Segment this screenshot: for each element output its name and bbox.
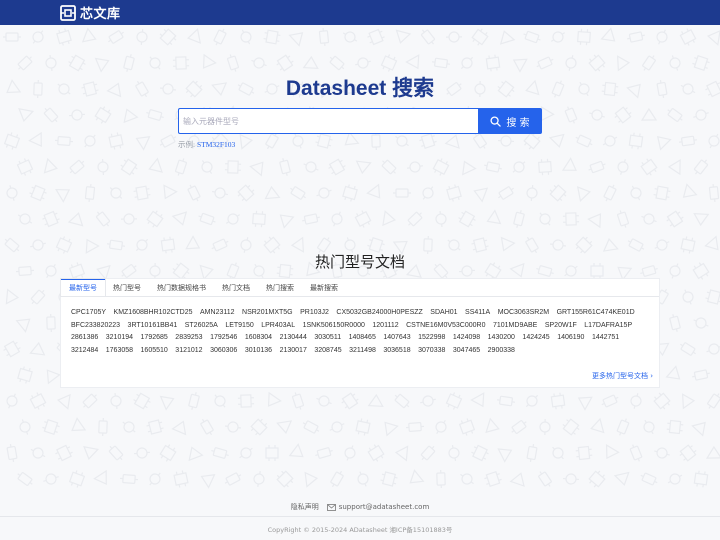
part-link[interactable]: L17DAFRA15P — [584, 320, 632, 333]
part-link[interactable]: 1792546 — [210, 332, 237, 345]
site-logo[interactable]: 芯文库 — [60, 3, 121, 22]
part-link[interactable]: 2130017 — [280, 345, 307, 358]
part-link[interactable]: 3210194 — [106, 332, 133, 345]
part-link[interactable]: 2900338 — [488, 345, 515, 358]
more-parts-link[interactable]: 更多热门型号文档 › — [592, 371, 653, 381]
part-link[interactable]: 1408465 — [349, 332, 376, 345]
part-link[interactable]: 3211498 — [349, 345, 376, 358]
part-link[interactable]: LPR403AL — [261, 320, 295, 333]
tab-bar: 最新型号 热门型号 热门数据规格书 热门文档 热门搜索 最新搜索 — [61, 279, 659, 297]
tab-hot-documents[interactable]: 热门文档 — [214, 279, 258, 296]
email-link[interactable]: support@adatasheet.com — [326, 503, 430, 511]
tab-hot-models[interactable]: 热门型号 — [105, 279, 149, 296]
email-text: support@adatasheet.com — [338, 503, 430, 511]
part-link[interactable]: 1424245 — [522, 332, 549, 345]
chevron-right-icon: › — [650, 372, 653, 380]
part-list: CPC1705Y KMZ1608BHR102CTD25 AMN23112 NSR201… — [61, 297, 659, 357]
tab-hot-searches[interactable]: 热门搜索 — [258, 279, 302, 296]
part-link[interactable]: NSR201MXT5G — [242, 307, 293, 320]
part-link[interactable]: CSTNE16M0V53C000R0 — [406, 320, 485, 333]
logo-icon — [60, 4, 76, 21]
part-link[interactable]: GRT155R61C474KE01D — [557, 307, 635, 320]
part-link[interactable]: 1608304 — [245, 332, 272, 345]
part-link[interactable]: ST26025A — [185, 320, 218, 333]
search-button[interactable]: 搜 索 — [478, 108, 542, 134]
part-link[interactable]: 3212484 — [71, 345, 98, 358]
part-link[interactable]: 1424098 — [453, 332, 480, 345]
part-link[interactable]: 1407643 — [383, 332, 410, 345]
page-title: Datasheet 搜索 — [285, 77, 435, 100]
part-link[interactable]: AMN23112 — [200, 307, 235, 320]
part-link[interactable]: 2839253 — [175, 332, 202, 345]
part-link[interactable]: MOC3063SR2M — [498, 307, 549, 320]
part-link[interactable]: SS411A — [465, 307, 490, 320]
part-link[interactable]: 1605510 — [141, 345, 168, 358]
part-link[interactable]: 1201112 — [372, 320, 398, 333]
part-link[interactable]: PR103J2 — [300, 307, 329, 320]
part-link[interactable]: 3121012 — [175, 345, 202, 358]
footer-links: 隐私声明 support@adatasheet.com — [0, 502, 720, 512]
example-label: 示例: — [178, 140, 196, 149]
part-link[interactable]: 1SNK506150R0000 — [303, 320, 365, 333]
search-icon — [490, 115, 502, 127]
top-navigation-bar: 芯文库 — [0, 0, 720, 25]
section-title: 热门型号文档 — [314, 253, 405, 271]
part-link[interactable]: KMZ1608BHR102CTD25 — [114, 307, 193, 320]
search-input[interactable] — [178, 108, 478, 134]
example-link[interactable]: STM32F103 — [197, 140, 235, 149]
part-link[interactable]: 3036518 — [383, 345, 410, 358]
tab-latest-searches[interactable]: 最新搜索 — [302, 279, 346, 296]
part-link[interactable]: 3047465 — [453, 345, 480, 358]
tab-latest-models[interactable]: 最新型号 — [61, 279, 105, 296]
part-link[interactable]: SP20W1F — [545, 320, 577, 333]
part-link[interactable]: 1406190 — [557, 332, 584, 345]
part-link[interactable]: 3060306 — [210, 345, 237, 358]
part-link[interactable]: 7101MD9ABE — [493, 320, 537, 333]
part-link[interactable]: 1430200 — [488, 332, 515, 345]
mail-icon — [326, 503, 336, 511]
part-link[interactable]: CPC1705Y — [71, 307, 106, 320]
tab-hot-datasheets[interactable]: 热门数据规格书 — [149, 279, 214, 296]
footer-divider — [0, 516, 720, 517]
search-example: 示例: STM32F103 — [178, 139, 235, 150]
part-link[interactable]: SDAH01 — [430, 307, 457, 320]
part-link[interactable]: 1442751 — [592, 332, 619, 345]
logo-text: 芯文库 — [80, 7, 121, 22]
part-link[interactable]: 1763058 — [106, 345, 133, 358]
part-link[interactable]: BFC233820223 — [71, 320, 120, 333]
search-bar: 搜 索 — [178, 108, 542, 134]
part-link[interactable]: 3030511 — [314, 332, 341, 345]
part-link[interactable]: 3208745 — [314, 345, 341, 358]
search-button-label: 搜 索 — [506, 117, 530, 129]
part-link[interactable]: 2130444 — [280, 332, 307, 345]
part-link[interactable]: 1792685 — [141, 332, 168, 345]
privacy-link[interactable]: 隐私声明 — [291, 502, 319, 512]
copyright-text: CopyRight © 2015-2024 ADatasheet 湘ICP备15… — [267, 526, 453, 534]
part-link[interactable]: 1522998 — [418, 332, 445, 345]
part-link[interactable]: 2861386 — [71, 332, 98, 345]
part-link[interactable]: 3010136 — [245, 345, 272, 358]
more-parts-label: 更多热门型号文档 — [591, 372, 648, 380]
part-link[interactable]: CX5032GB24000H0PESZZ — [336, 307, 422, 320]
part-link[interactable]: 3070338 — [418, 345, 445, 358]
part-link[interactable]: 3RT10161BB41 — [128, 320, 178, 333]
popular-parts-panel: 最新型号 热门型号 热门数据规格书 热门文档 热门搜索 最新搜索 CPC1705… — [60, 278, 660, 388]
part-link[interactable]: LET9150 — [225, 320, 253, 333]
